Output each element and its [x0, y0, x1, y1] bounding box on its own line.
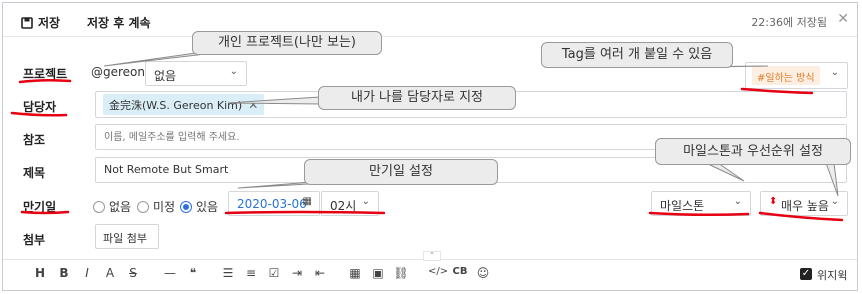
- assignee-label: 담당자: [23, 100, 57, 114]
- close-icon[interactable]: ✕: [837, 11, 849, 27]
- radio-icon: [93, 200, 105, 213]
- chevron-down-icon: ⌄: [830, 67, 839, 78]
- priority-value: 매우 높음: [781, 199, 829, 213]
- save-label: 저장: [38, 16, 61, 30]
- numbered-list-icon[interactable]: ≡: [242, 266, 260, 280]
- remove-icon[interactable]: ✕: [248, 98, 258, 112]
- emoji-icon[interactable]: ☺: [474, 266, 492, 280]
- text-color-icon[interactable]: A: [101, 266, 119, 280]
- italic-icon[interactable]: I: [78, 266, 96, 280]
- chevron-down-icon: ⌄: [229, 66, 238, 77]
- due-date-input[interactable]: 2020-03-06 ▦: [228, 191, 320, 216]
- tag-badge[interactable]: #일하는 방식: [752, 66, 820, 85]
- callout-milestone-priority: 마일스톤과 우선순위 설정: [655, 138, 851, 165]
- task-list-icon[interactable]: ☑: [265, 266, 283, 280]
- due-option-none[interactable]: 없음: [93, 198, 131, 215]
- project-select[interactable]: 없음 ⌄: [145, 61, 247, 86]
- save-continue-button[interactable]: 저장 후 계속: [87, 14, 151, 31]
- save-button[interactable]: 저장: [21, 14, 60, 31]
- chevron-down-icon: ⌄: [361, 196, 370, 207]
- saved-status: 22:36에 저장됨: [751, 16, 827, 29]
- file-attach-button[interactable]: 파일 첨부: [95, 224, 159, 249]
- due-date-value: 2020-03-06: [237, 197, 307, 211]
- heading-icon[interactable]: H: [31, 266, 49, 280]
- due-label: 만기일: [23, 200, 57, 214]
- project-owner: @gereon: [91, 65, 145, 79]
- milestone-select[interactable]: 마일스톤 ⌄: [651, 191, 751, 216]
- due-hour-select[interactable]: 02시 ⌄: [321, 191, 379, 216]
- due-option-undecided[interactable]: 미정: [137, 198, 175, 215]
- reference-label: 참조: [23, 133, 46, 147]
- due-hour-value: 02시: [330, 199, 357, 213]
- horizontal-rule-icon[interactable]: —: [161, 266, 179, 280]
- strikethrough-icon[interactable]: S: [124, 266, 142, 280]
- callout-self-assign: 내가 나를 담당자로 지정: [318, 86, 516, 110]
- assignee-chip: 金完洙(W.S. Gereon Kim) ✕: [103, 94, 265, 115]
- due-option-label: 미정: [153, 200, 176, 214]
- due-option-set[interactable]: 있음: [180, 198, 218, 215]
- quote-icon[interactable]: ❝: [184, 266, 202, 280]
- bullet-list-icon[interactable]: ☰: [219, 266, 237, 280]
- assignee-chip-label: 金完洙(W.S. Gereon Kim): [109, 98, 243, 112]
- bold-icon[interactable]: B: [55, 266, 73, 280]
- table-icon[interactable]: ▦: [346, 266, 364, 280]
- project-label: 프로젝트: [23, 67, 68, 81]
- priority-select[interactable]: ⬍ 매우 높음 ⌄: [760, 191, 848, 216]
- save-icon: [21, 16, 33, 29]
- code-block-icon[interactable]: CB: [451, 266, 469, 277]
- indent-icon[interactable]: ⇥: [288, 266, 306, 280]
- callout-due-setting: 만기일 설정: [304, 159, 498, 185]
- code-icon[interactable]: </>: [428, 266, 448, 277]
- callout-tags: Tag를 여러 개 붙일 수 있음: [541, 42, 733, 68]
- title-label: 제목: [23, 166, 46, 180]
- chevron-down-icon: ⌄: [733, 196, 742, 207]
- callout-personal-project: 개인 프로젝트(나만 보는): [192, 31, 382, 55]
- resize-handle[interactable]: ⌃: [423, 251, 441, 261]
- radio-icon: [137, 200, 149, 213]
- priority-high-icon: ⬍: [769, 196, 778, 207]
- wysiwyg-label: 위지윅: [817, 269, 848, 282]
- image-icon[interactable]: ▣: [369, 266, 387, 280]
- due-option-label: 없음: [109, 200, 132, 214]
- form-header: 저장 저장 후 계속 22:36에 저장됨 ✕: [3, 3, 857, 37]
- radio-checked-icon: [180, 200, 192, 213]
- due-option-label: 있음: [196, 200, 219, 214]
- checkbox-checked-icon[interactable]: ✓: [800, 268, 812, 280]
- calendar-icon: ▦: [302, 196, 312, 207]
- project-select-value: 없음: [154, 69, 177, 83]
- milestone-value: 마일스톤: [660, 199, 705, 213]
- link-icon[interactable]: ⛓: [392, 266, 410, 280]
- attach-label: 첨부: [23, 233, 46, 247]
- outdent-icon[interactable]: ⇤: [311, 266, 329, 280]
- chevron-down-icon: ⌄: [830, 196, 839, 207]
